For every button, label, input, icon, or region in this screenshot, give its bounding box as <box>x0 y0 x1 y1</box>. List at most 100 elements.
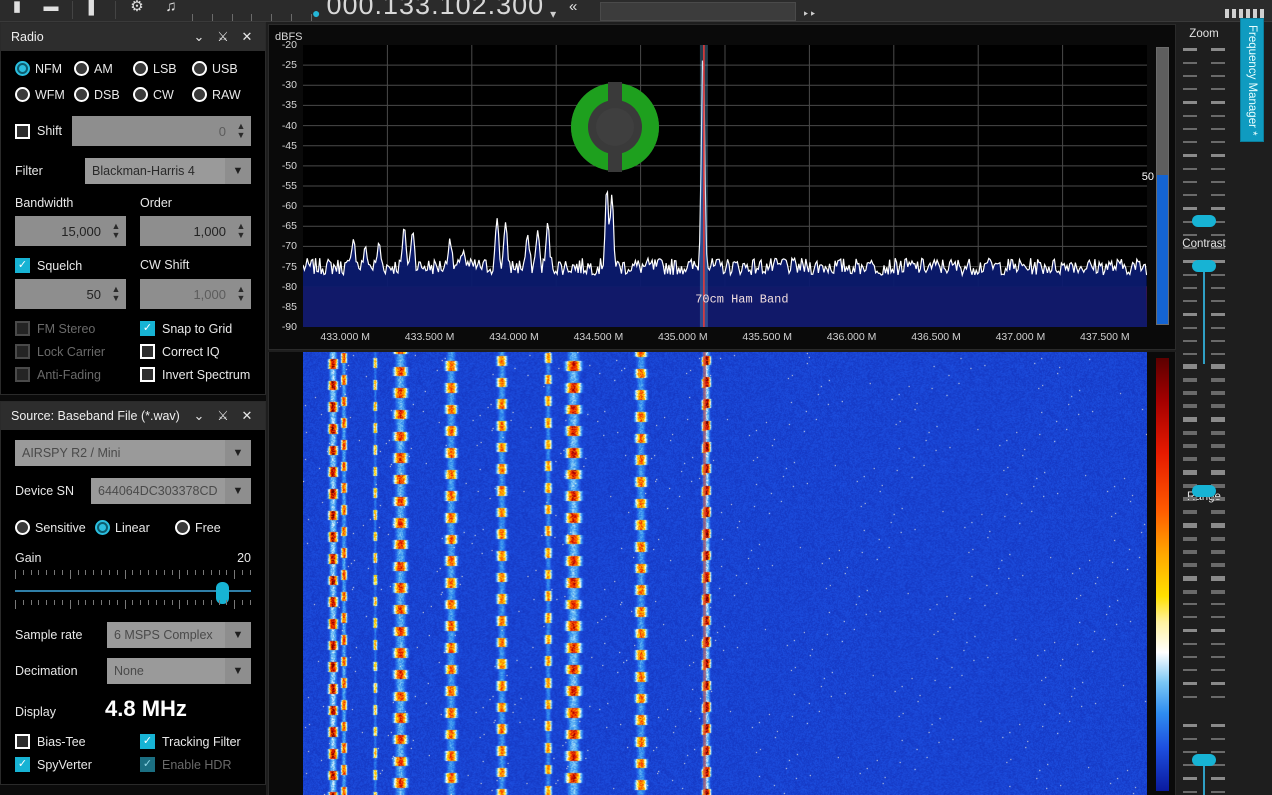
tick <box>163 600 165 605</box>
shift-checkbox[interactable]: Shift <box>15 123 62 139</box>
pin-icon[interactable]: ⚔ <box>211 408 235 424</box>
tick <box>1183 75 1197 77</box>
cw-shift-stepper[interactable]: 1,000 ▲ ▼ <box>140 279 251 309</box>
decimation-select[interactable]: None ▼ <box>107 658 251 684</box>
correct-iq-checkbox[interactable]: Correct IQ <box>140 344 251 359</box>
s-meter-gauge-icon <box>571 82 659 172</box>
audio-button[interactable]: ♫ <box>154 0 188 21</box>
mode-radio-am[interactable]: AM <box>74 61 133 76</box>
tick <box>1211 431 1225 433</box>
spectrum-analyzer[interactable]: dBFS -20 -25 -30 -35 -40 -45 -50 -55 -60 -65 -70 -7… <box>268 24 1176 350</box>
tick <box>85 600 87 605</box>
play-button[interactable]: ▮ <box>0 0 34 21</box>
y-tick-label: -65 <box>281 220 297 233</box>
tick <box>1211 353 1225 355</box>
settings-button[interactable]: ⚙ <box>120 0 154 21</box>
snap-to-grid-checkbox[interactable]: ✓ Snap to Grid <box>140 321 251 336</box>
gain-mode-free[interactable]: Free <box>175 520 251 535</box>
tick <box>1183 656 1197 658</box>
close-icon[interactable]: ✕ <box>235 29 259 45</box>
collapse-icon[interactable]: ⌄ <box>187 408 211 424</box>
squelch-stepper[interactable]: 50 ▲ ▼ <box>15 279 126 309</box>
volume-button[interactable]: ▌ <box>77 0 111 21</box>
filter-label: Filter <box>15 164 43 178</box>
signal-level-value: 50 <box>1141 171 1154 184</box>
search-input[interactable] <box>600 2 797 21</box>
filter-select[interactable]: Blackman-Harris 4 ▼ <box>85 158 251 184</box>
y-tick-label: -50 <box>281 159 297 172</box>
squelch-checkbox[interactable]: ✓ Squelch <box>15 258 126 273</box>
mode-radio-wfm[interactable]: WFM <box>15 87 74 102</box>
anti-fading-checkbox[interactable]: Anti-Fading <box>15 367 126 382</box>
shift-stepper[interactable]: 0 ▲ ▼ <box>72 116 251 146</box>
modulation-mode-group: NFM AM LSB USB WFM DSB CW RAW <box>15 61 251 102</box>
tick <box>1183 590 1197 592</box>
tick <box>1211 669 1225 671</box>
colormap-legend[interactable] <box>1156 358 1169 791</box>
volume-slider[interactable] <box>192 7 312 21</box>
stepper-arrows-icon[interactable]: ▲ ▼ <box>233 279 251 309</box>
waterfall-canvas-wrap[interactable] <box>303 352 1147 795</box>
device-select[interactable]: AIRSPY R2 / Mini ▼ <box>15 440 251 466</box>
chevron-down-icon: ▼ <box>225 158 251 184</box>
mode-radio-dsb[interactable]: DSB <box>74 87 133 102</box>
back-button[interactable]: « <box>556 0 590 21</box>
mode-radio-lsb[interactable]: LSB <box>133 61 192 76</box>
waterfall-display[interactable] <box>268 352 1176 795</box>
order-stepper[interactable]: 1,000 ▲ ▼ <box>140 216 251 246</box>
squelch-value: 50 <box>86 286 101 302</box>
zoom-thumb[interactable] <box>1192 215 1216 227</box>
device-sn-select[interactable]: 644064DC303378CD ▼ <box>91 478 251 504</box>
pin-icon[interactable]: ⚔ <box>211 29 235 45</box>
tick <box>242 600 244 605</box>
spectrum-trace-svg: 70cm Ham Band <box>303 45 1147 327</box>
mode-radio-usb[interactable]: USB <box>192 61 251 76</box>
stepper-arrows-icon[interactable]: ▲ ▼ <box>233 216 251 246</box>
mode-radio-nfm[interactable]: NFM <box>15 61 74 76</box>
y-tick-label: -70 <box>281 240 297 253</box>
collapse-icon[interactable]: ⌄ <box>187 29 211 45</box>
stepper-arrows-icon[interactable]: ▲ ▼ <box>233 116 251 146</box>
volume-thumb-icon[interactable]: ● <box>312 5 320 21</box>
signal-level-bar[interactable]: 50 <box>1142 47 1169 325</box>
gain-mode-sensitive[interactable]: Sensitive <box>15 520 91 535</box>
tick <box>242 570 244 575</box>
enable-hdr-checkbox[interactable]: ✓ Enable HDR <box>140 757 251 772</box>
stepper-arrows-icon[interactable]: ▲ ▼ <box>108 279 126 309</box>
tick <box>1183 181 1197 183</box>
mode-radio-cw[interactable]: CW <box>133 87 192 102</box>
waterfall-canvas[interactable] <box>303 352 1147 795</box>
y-tick-label: -80 <box>281 280 297 293</box>
spectrum-plot-area[interactable]: 70cm Ham Band <box>303 45 1147 327</box>
fm-stereo-checkbox[interactable]: FM Stereo <box>15 321 126 336</box>
stepper-arrows-icon[interactable]: ▲ ▼ <box>108 216 126 246</box>
bias-tee-checkbox[interactable]: Bias-Tee <box>15 734 126 749</box>
gear-icon: ⚙ <box>130 0 144 15</box>
invert-spectrum-checkbox[interactable]: Invert Spectrum <box>140 367 251 382</box>
mode-radio-raw[interactable]: RAW <box>192 87 251 102</box>
gain-mode-linear[interactable]: Linear <box>95 520 171 535</box>
tracking-filter-checkbox[interactable]: ✓ Tracking Filter <box>140 734 251 749</box>
range-thumb[interactable] <box>1192 485 1216 497</box>
control-bar <box>1232 9 1236 18</box>
frequency-display[interactable]: 000.133.102.300 <box>326 0 544 21</box>
spyverter-checkbox[interactable]: ✓ SpyVerter <box>15 757 126 772</box>
sample-rate-select[interactable]: 6 MSPS Complex ▼ <box>107 622 251 648</box>
tick <box>132 570 134 575</box>
search-dropdown-icon[interactable]: ‣‣ <box>802 7 816 21</box>
contrast-thumb[interactable] <box>1192 260 1216 272</box>
pause-button[interactable]: ▬ <box>34 0 68 21</box>
lock-carrier-checkbox[interactable]: Lock Carrier <box>15 344 126 359</box>
offset-thumb[interactable] <box>1192 754 1216 766</box>
signal-strength-meter <box>570 82 660 172</box>
gain-slider[interactable] <box>15 570 251 612</box>
source-panel-body: AIRSPY R2 / Mini ▼ Device SN 644064DC303… <box>1 430 265 784</box>
close-icon[interactable]: ✕ <box>235 408 259 424</box>
bandwidth-stepper[interactable]: 15,000 ▲ ▼ <box>15 216 126 246</box>
tick <box>291 14 293 21</box>
spectrum-x-axis: 433.000 M 433.500 M 434.000 M 434.500 M 435.… <box>303 329 1147 349</box>
cw-shift-value: 1,000 <box>193 286 226 302</box>
control-bar <box>1225 9 1229 18</box>
frequency-manager-tab[interactable]: Frequency Manager * <box>1240 18 1264 142</box>
tick <box>93 570 95 575</box>
